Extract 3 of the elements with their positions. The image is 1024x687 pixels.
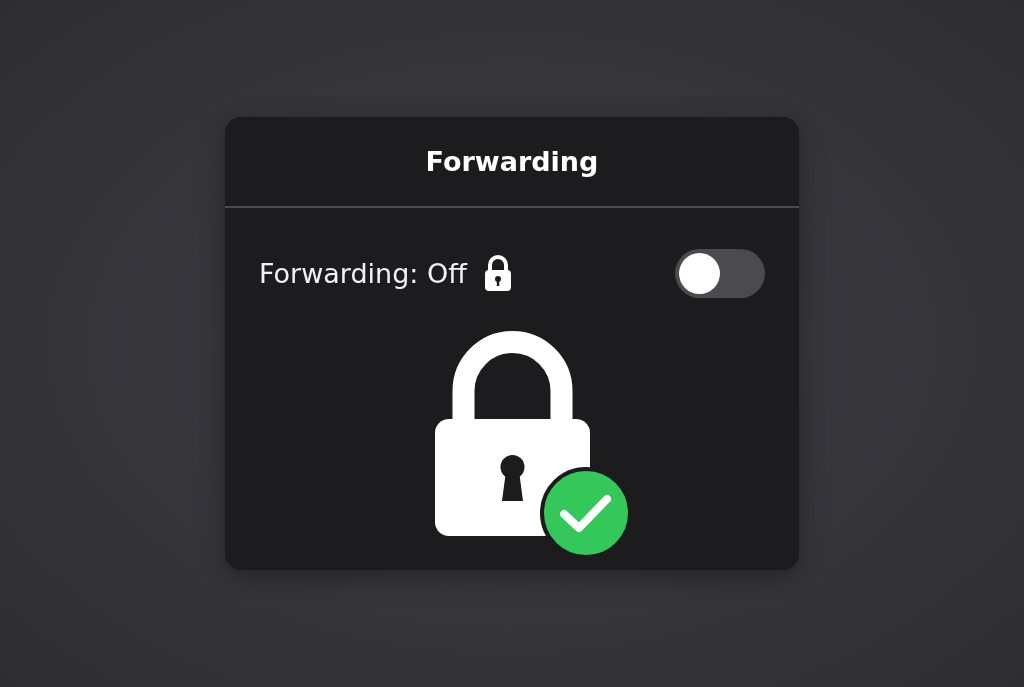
setting-label: Forwarding: Off — [259, 257, 467, 289]
dialog-title: Forwarding — [425, 146, 599, 177]
toggle-switch[interactable] — [675, 248, 765, 298]
